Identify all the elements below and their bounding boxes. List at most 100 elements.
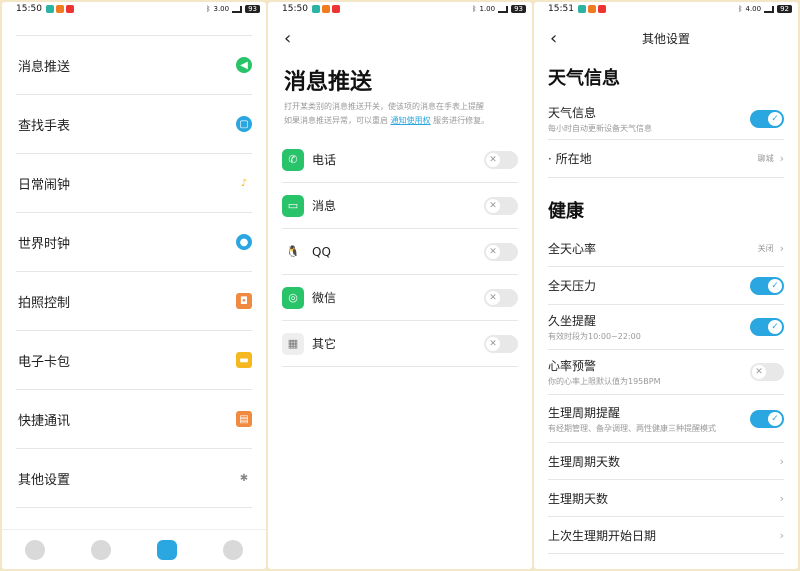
signal-icon — [232, 5, 243, 13]
all-day-hr-value: 关闭 — [757, 243, 774, 253]
close-icon: ✕ — [752, 365, 766, 379]
chevron-right-icon: › — [779, 152, 784, 165]
hr-warning-sub: 你的心率上限默认值为195BPM — [548, 377, 661, 386]
apps-icon: ▦ — [282, 332, 304, 355]
last-period-start-row[interactable]: 上次生理期开始日期 › — [548, 517, 784, 554]
app-name: 消息 — [312, 199, 337, 213]
app-name: 微信 — [312, 291, 337, 305]
app-row: ▭ 消息 ✕ — [282, 183, 518, 229]
app-status-icon — [45, 5, 54, 13]
contacts-icon: ▤ — [236, 411, 252, 427]
menu-item[interactable]: 其他设置 ✱ — [16, 448, 252, 507]
app-status-icon — [311, 5, 320, 13]
app-push-toggle[interactable]: ✕ — [484, 242, 518, 261]
app-status-icon — [321, 5, 330, 13]
all-day-stress-label: 全天压力 — [548, 279, 597, 293]
app-row: ▦ 其它 ✕ — [282, 321, 518, 367]
stress-toggle[interactable]: ✓ — [750, 276, 784, 295]
menu-item[interactable]: 拍照控制 ◘ — [16, 271, 252, 330]
watch-icon: ▢ — [236, 116, 252, 132]
app-push-toggle[interactable]: ✕ — [484, 196, 518, 215]
card-icon: ▬ — [236, 352, 252, 368]
app-push-toggle[interactable]: ✕ — [484, 288, 518, 307]
app-name: 电话 — [312, 153, 337, 167]
menu-item-label: 查找手表 — [18, 118, 71, 134]
app-push-toggle[interactable]: ✕ — [484, 150, 518, 169]
cycle-reminder-sub: 有经期管理、备孕调理、两性健康三种提醒模式 — [548, 423, 716, 433]
desc-line-1: 打开某类别的消息推送开关，使该项的消息在手表上提醒 — [284, 102, 484, 111]
status-bar: 15:51 ᛒ 4.00 92 — [534, 2, 798, 16]
bluetooth-icon: ᛒ — [472, 5, 477, 13]
app-name: QQ — [312, 244, 331, 259]
cycle-reminder-toggle[interactable]: ✓ — [750, 409, 784, 428]
sedentary-toggle[interactable]: ✓ — [750, 318, 784, 336]
all-day-stress-row: 全天压力 ✓ — [548, 267, 784, 305]
menu-item[interactable]: 日常闹钟 ♪ — [16, 153, 252, 212]
chevron-right-icon: › — [779, 454, 784, 468]
network-speed: 1.00 — [479, 5, 496, 13]
battery-level: 92 — [777, 5, 792, 13]
tab-device[interactable] — [157, 539, 177, 560]
notification-icon: ◀ — [236, 57, 252, 73]
check-icon: ✓ — [768, 320, 782, 334]
nav-title: 其他设置 — [641, 32, 690, 46]
desc-line-2: 如果消息推送异常，可以重启 — [284, 116, 388, 125]
check-icon: ✓ — [768, 111, 782, 126]
phone-icon: ✆ — [282, 148, 304, 171]
chevron-right-icon: › — [779, 528, 784, 542]
gear-icon: ✱ — [239, 472, 249, 484]
app-push-toggle[interactable]: ✕ — [484, 334, 518, 353]
weather-section-title: 天气信息 — [548, 68, 620, 89]
menu-item-label: 日常闹钟 — [18, 177, 71, 193]
app-status-icon — [331, 5, 340, 13]
cycle-reminder-label: 生理周期提醒 — [548, 405, 621, 420]
status-time: 15:50 — [282, 4, 308, 14]
weather-info-sub: 每小时自动更新设备天气信息 — [548, 123, 652, 133]
tab-home[interactable] — [25, 539, 45, 560]
notification-access-link[interactable]: 通知使用权 — [391, 116, 431, 125]
last-period-start-label: 上次生理期开始日期 — [548, 528, 657, 543]
signal-icon — [498, 5, 509, 13]
back-arrow-icon[interactable]: ‹ — [284, 28, 291, 49]
menu-item[interactable]: 电子卡包 ▬ — [16, 330, 252, 389]
location-label: · 所在地 — [548, 152, 592, 166]
location-row[interactable]: · 所在地 聊城 › — [548, 140, 784, 178]
app-row: 🐧 QQ ✕ — [282, 229, 518, 275]
network-speed: 4.00 — [745, 5, 762, 13]
menu-item[interactable]: 消息推送 ◀ — [16, 35, 252, 94]
settings-menu: 消息推送 ◀ 查找手表 ▢ 日常闹钟 ♪ 世界时钟 ● 拍照控制 ◘ 电子卡包 ▬ 快捷通讯 ▤ 其他设置 ✱… — [16, 35, 252, 566]
period-days-row[interactable]: 生理期天数 › — [548, 480, 784, 517]
desc-line-3: 服务进行修复。 — [433, 116, 490, 125]
status-time: 15:50 — [16, 4, 42, 14]
sedentary-label: 久坐提醒 — [548, 314, 597, 328]
app-notification-list: ✆ 电话 ✕ ▭ 消息 ✕ 🐧 QQ ✕ ◎ 微信 ✕ ▦ 其它 ✕ — [282, 137, 518, 367]
menu-item-label: 其他设置 — [18, 472, 71, 488]
close-icon: ✕ — [486, 290, 500, 305]
tab-dial[interactable] — [91, 539, 111, 560]
settings-menu-screen: 15:50 ᛒ 3.00 93 消息推送 ◀ 查找手表 ▢ 日常闹钟 ♪ 世界时钟 ● 拍照控制… — [2, 2, 266, 569]
tab-profile[interactable] — [223, 539, 243, 560]
push-description: 打开某类别的消息推送开关，使该项的消息在手表上提醒 如果消息推送异常，可以重启 … — [284, 100, 516, 128]
cycle-days-row[interactable]: 生理周期天数 › — [548, 443, 784, 480]
app-row: ◎ 微信 ✕ — [282, 275, 518, 321]
status-time: 15:51 — [548, 4, 574, 14]
check-icon: ✓ — [768, 411, 782, 426]
hr-warning-toggle[interactable]: ✕ — [750, 363, 784, 381]
app-status-icon — [65, 5, 74, 13]
menu-item[interactable]: 世界时钟 ● — [16, 212, 252, 271]
menu-item-label: 拍照控制 — [18, 295, 71, 311]
health-section-title: 健康 — [548, 201, 584, 222]
all-day-hr-row[interactable]: 全天心率 关闭 › — [548, 230, 784, 267]
battery-level: 93 — [511, 5, 526, 13]
menu-item[interactable]: 查找手表 ▢ — [16, 94, 252, 153]
weather-info-toggle[interactable]: ✓ — [750, 109, 784, 128]
app-status-icon — [597, 5, 606, 13]
app-status-icon — [587, 5, 596, 13]
menu-item[interactable]: 快捷通讯 ▤ — [16, 389, 252, 448]
period-days-label: 生理期天数 — [548, 491, 609, 506]
menu-item-label: 电子卡包 — [18, 354, 71, 370]
close-icon: ✕ — [486, 152, 500, 167]
sedentary-row: 久坐提醒 有效时段为10:00~22:00 ✓ — [548, 305, 784, 350]
all-day-hr-label: 全天心率 — [548, 241, 597, 256]
wechat-icon: ◎ — [282, 286, 304, 309]
